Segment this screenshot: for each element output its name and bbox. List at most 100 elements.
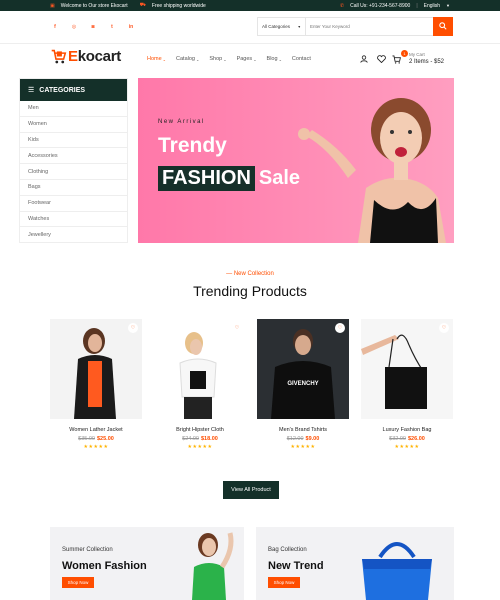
product-image[interactable]: ♡	[361, 319, 453, 419]
view-all-button[interactable]: View All Product	[223, 481, 279, 499]
user-icon[interactable]	[360, 55, 368, 63]
chevron-down-icon: ⌄	[162, 56, 167, 62]
wishlist-heart-icon[interactable]: ♡	[335, 323, 345, 333]
category-item[interactable]: Footwear	[20, 196, 127, 212]
nav-catalog-label: Catalog	[176, 56, 195, 62]
dribbble-icon[interactable]: ◎	[69, 22, 79, 32]
category-select-value: All Categories	[262, 24, 291, 29]
cart-widget[interactable]: 1 My Cart 2 Items - $52	[392, 50, 444, 67]
product-name[interactable]: Luxury Fashion Bag	[361, 427, 453, 433]
nav-blog-label: Blog	[266, 56, 278, 62]
linkedin-icon[interactable]: in	[126, 22, 136, 32]
product-card[interactable]: GIVENCHY ♡ Men's Brand Tshirts $12.00 $9.…	[257, 319, 349, 450]
rating-stars: ★★★★★	[83, 444, 109, 450]
welcome-text: Welcome to Our store Ekocart	[60, 2, 128, 9]
facebook-icon[interactable]: f	[50, 22, 60, 32]
product-new-price: $25.00	[97, 436, 114, 442]
nav-catalog[interactable]: Catalog ⌄	[176, 56, 199, 62]
collection-banner-women[interactable]: Summer Collection Women Fashion Shop Now	[50, 527, 244, 600]
logo-text-first: E	[68, 48, 78, 65]
search-bar: All Categories ▼	[257, 16, 453, 36]
banner-subtitle: Bag Collection	[268, 547, 307, 553]
hero-model-image	[298, 98, 446, 243]
category-item[interactable]: Women	[20, 117, 127, 133]
nav-shop-label: Shop	[209, 56, 223, 62]
language-select[interactable]: English	[424, 3, 440, 9]
social-links: f ◎ ◙ t in	[50, 22, 136, 32]
svg-text:GIVENCHY: GIVENCHY	[287, 381, 318, 387]
banner-title: Women Fashion	[62, 560, 147, 572]
wishlist-heart-icon[interactable]: ♡	[128, 323, 138, 333]
category-item[interactable]: Accessories	[20, 148, 127, 165]
phone-text[interactable]: Call Us: +91-234-567-8900	[350, 3, 410, 9]
product-image[interactable]: ♡	[50, 319, 142, 419]
section-title: Trending Products	[193, 283, 307, 299]
wishlist-heart-icon[interactable]: ♡	[232, 323, 242, 333]
cart-icon	[392, 55, 401, 64]
rating-stars: ★★★★★	[394, 444, 420, 450]
rating-stars: ★★★★★	[187, 444, 213, 450]
product-card[interactable]: ♡ Luxury Fashion Bag $32.00 $26.00 ★★★★★	[361, 319, 453, 450]
chevron-down-icon: ⌄	[253, 56, 257, 62]
categories-header[interactable]: ☰ CATEGORIES	[20, 79, 127, 101]
shop-now-button[interactable]: Shop Now	[268, 577, 300, 588]
banner-subtitle: Summer Collection	[62, 547, 113, 553]
product-old-price: $24.00	[182, 436, 199, 442]
product-price: $24.00 $18.00	[154, 436, 246, 442]
nav-home[interactable]: Home ⌄	[147, 56, 166, 62]
product-price: $35.00 $25.00	[50, 436, 142, 442]
product-card[interactable]: ♡ Bright Hipster Cloth $24.00 $18.00 ★★★★…	[154, 319, 246, 450]
chevron-down-icon: ⌄	[278, 56, 282, 62]
logo-text-rest: kocart	[77, 48, 122, 65]
nav-shop[interactable]: Shop ⌄	[209, 56, 226, 62]
category-select[interactable]: All Categories ▼	[258, 18, 306, 35]
wishlist-heart-icon[interactable]: ♡	[439, 323, 449, 333]
phone-icon: ✆	[339, 2, 345, 9]
cart-logo-icon	[51, 49, 67, 64]
cart-summary: My Cart 2 Items - $52	[409, 52, 444, 67]
truck-icon: ⛟	[139, 2, 146, 8]
category-item[interactable]: Men	[20, 101, 127, 117]
instagram-icon[interactable]: ◙	[88, 22, 98, 32]
hero-banner[interactable]: New Arrival Trendy FASHION Sale	[138, 78, 454, 243]
product-card[interactable]: ♡ Women Lather Jacket $35.00 $25.00 ★★★★★	[50, 319, 142, 450]
search-input[interactable]	[306, 24, 433, 29]
category-item[interactable]: Kids	[20, 133, 127, 149]
banner-title: New Trend	[268, 560, 324, 572]
product-name[interactable]: Women Lather Jacket	[50, 427, 142, 433]
shop-now-button[interactable]: Shop Now	[62, 577, 94, 588]
category-item[interactable]: Jewellery	[20, 227, 127, 243]
product-new-price: $9.00	[305, 436, 320, 442]
nav-pages[interactable]: Pages ⌄	[237, 56, 257, 62]
header-icons	[360, 55, 386, 63]
divider: |	[416, 2, 418, 9]
hero-headline: FASHION Sale	[158, 166, 300, 191]
category-item[interactable]: Watches	[20, 212, 127, 228]
chevron-down-icon: ⌄	[196, 56, 200, 62]
search-button[interactable]	[433, 16, 453, 36]
product-image[interactable]: ♡	[154, 319, 246, 419]
nav-contact[interactable]: Contact	[292, 56, 311, 62]
nav-pages-label: Pages	[236, 56, 253, 62]
product-new-price: $18.00	[201, 436, 218, 442]
store-icon: ▣	[50, 2, 55, 9]
banner-bag-image	[362, 542, 432, 600]
nav-blog[interactable]: Blog ⌄	[267, 56, 282, 62]
product-photo-bag	[361, 334, 427, 409]
menu-icon: ☰	[28, 87, 35, 94]
category-item[interactable]: Clothing	[20, 164, 127, 180]
product-name[interactable]: Men's Brand Tshirts	[257, 427, 349, 433]
logo[interactable]: Ekocart	[50, 48, 121, 65]
cart-count-badge: 1	[401, 50, 408, 57]
twitter-icon[interactable]: t	[107, 22, 117, 32]
hero-subtitle: New Arrival	[158, 119, 205, 125]
hero-fashion-label: FASHION	[158, 166, 255, 191]
nav-home-label: Home	[147, 56, 162, 62]
categories-title: CATEGORIES	[39, 86, 86, 94]
category-item[interactable]: Bags	[20, 180, 127, 196]
product-image[interactable]: GIVENCHY ♡	[257, 319, 349, 419]
heart-icon[interactable]	[377, 55, 386, 63]
collection-banner-bags[interactable]: Bag Collection New Trend Shop Now	[256, 527, 454, 600]
nav-contact-label: Contact	[291, 56, 311, 62]
product-name[interactable]: Bright Hipster Cloth	[154, 427, 246, 433]
